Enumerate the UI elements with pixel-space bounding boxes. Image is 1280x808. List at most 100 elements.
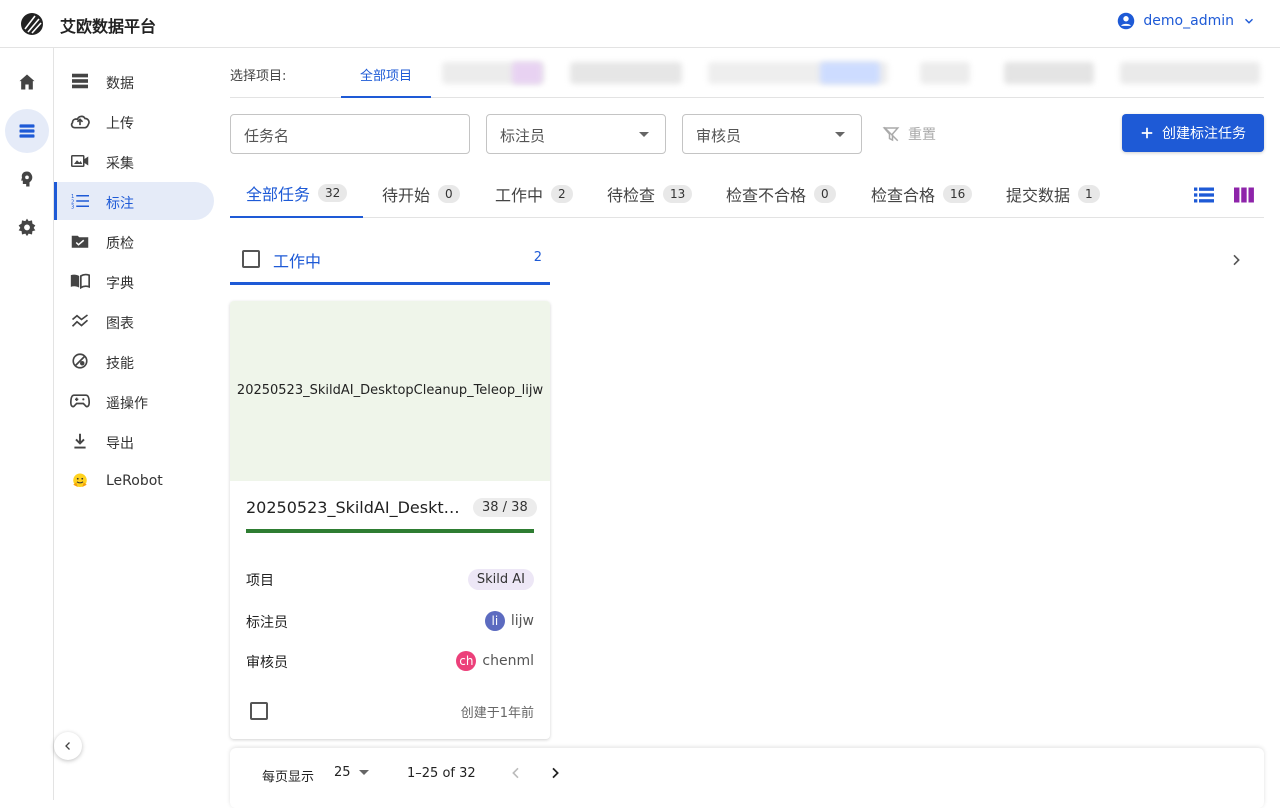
sidebar-item-lerobot[interactable]: LeRobot (54, 462, 214, 500)
storage-icon (70, 72, 90, 90)
task-card[interactable]: 20250523_SkildAI_DesktopCleanup_Teleop_l… (230, 301, 550, 739)
rail-home-button[interactable] (5, 60, 49, 104)
sidebar-item-charts[interactable]: 图表 (54, 302, 214, 340)
project-tab-redacted[interactable] (570, 62, 682, 84)
prev-page-icon[interactable] (508, 765, 524, 781)
sidebar-collapse-button[interactable] (54, 732, 82, 760)
page-range: 1–25 of 32 (407, 766, 476, 781)
project-tab-redacted-badge (512, 62, 542, 84)
annotator-row: 标注员 li lijw (246, 611, 534, 631)
tab-to-review[interactable]: 待检查 13 (607, 170, 693, 218)
tab-all-tasks[interactable]: 全部任务 32 (230, 170, 364, 218)
sidebar-item-label: 技能 (106, 356, 134, 372)
rows-per-page-label: 每页显示 (262, 770, 315, 785)
sidebar-item-label: 数据 (106, 76, 134, 92)
project-label: 选择项目: (230, 69, 287, 84)
tab-pending[interactable]: 待开始 0 (382, 170, 460, 218)
tab-in-progress[interactable]: 工作中 2 (495, 170, 573, 218)
rail-settings-button[interactable] (5, 205, 49, 249)
project-chip: Skild AI (467, 568, 534, 590)
book-icon (70, 272, 90, 290)
status-tabs: 全部任务 32 待开始 0 工作中 2 待检查 13 检查不合格 0 检查合格 16 提交数… (230, 170, 1264, 218)
brain-icon (21, 171, 33, 187)
plus-icon (1141, 127, 1153, 139)
download-icon (70, 432, 90, 450)
task-name-input[interactable]: 任务名 (230, 114, 470, 154)
app-title: 艾欧数据平台 (60, 17, 157, 36)
sidebar-item-label: LeRobot (106, 473, 163, 489)
task-thumbnail: 20250523_SkildAI_DesktopCleanup_Teleop_l… (230, 301, 550, 481)
project-selector: 选择项目: 全部项目 (230, 52, 1264, 98)
project-tab-redacted-badge (820, 62, 880, 84)
sidebar-item-teleop[interactable]: 遥操作 (54, 382, 214, 420)
reviewer-select[interactable]: 审核员 (682, 114, 862, 154)
filter-off-icon (882, 126, 900, 142)
logo-icon (21, 13, 43, 35)
hugging-face-icon (70, 472, 90, 490)
next-page-icon[interactable] (547, 765, 563, 781)
nav-rail (0, 48, 54, 800)
tab-all-projects[interactable]: 全部项目 (341, 52, 431, 98)
avatar: ch (456, 651, 477, 671)
database-icon (19, 124, 35, 138)
list-view-icon[interactable] (1194, 186, 1214, 204)
sidebar-item-label: 质检 (106, 236, 134, 252)
reset-button[interactable]: 重置 (882, 124, 936, 144)
skill-icon (70, 352, 90, 370)
chevron-down-icon (1245, 18, 1253, 24)
sidebar-item-skills[interactable]: 技能 (54, 342, 214, 380)
chart-icon (70, 312, 90, 330)
dropdown-arrow-icon (358, 770, 369, 775)
created-time: 创建于1年前 (460, 706, 534, 721)
annotator-select[interactable]: 标注员 (486, 114, 666, 154)
project-tab-redacted[interactable] (920, 62, 970, 84)
sidebar: 数据 上传 采集 123 标注 质检 字典 图表 技能 遥操作 导出 LeRob… (54, 48, 218, 800)
username: demo_admin (1143, 13, 1234, 29)
pagination: 每页显示 25 1–25 of 32 (230, 748, 1264, 808)
list-icon: 123 (70, 192, 90, 210)
rail-ai-button[interactable] (5, 157, 49, 201)
sidebar-item-label: 导出 (106, 436, 134, 452)
progress-fill (246, 529, 534, 533)
progress-chip: 38 / 38 (473, 498, 537, 517)
progress-bar (246, 529, 534, 533)
sidebar-item-annotate[interactable]: 123 标注 (54, 182, 214, 220)
reviewer-row: 审核员 ch chenml (246, 651, 534, 671)
user-menu[interactable]: demo_admin (1117, 12, 1256, 30)
cloud-upload-icon (70, 112, 90, 130)
column-title: 工作中 (273, 252, 322, 271)
project-tab-redacted[interactable] (1120, 62, 1260, 84)
svg-text:3: 3 (71, 205, 74, 210)
avatar: li (484, 611, 505, 631)
tab-submitted[interactable]: 提交数据 1 (1006, 170, 1100, 218)
sidebar-item-data[interactable]: 数据 (54, 62, 214, 100)
sidebar-item-export[interactable]: 导出 (54, 422, 214, 460)
app-header: 艾欧数据平台 demo_admin (0, 0, 1280, 48)
tab-review-passed[interactable]: 检查合格 16 (871, 170, 973, 218)
project-tab-redacted[interactable] (1004, 62, 1094, 84)
column-count: 2 (533, 250, 542, 265)
sidebar-item-capture[interactable]: 采集 (54, 142, 214, 180)
tab-review-failed[interactable]: 检查不合格 0 (726, 170, 836, 218)
rail-data-button[interactable] (5, 109, 49, 153)
chevron-right-icon[interactable] (1228, 252, 1244, 268)
account-icon (1118, 12, 1135, 30)
home-icon (19, 74, 35, 90)
card-select-checkbox[interactable] (250, 702, 268, 720)
board-view-icon[interactable] (1234, 186, 1254, 204)
folder-check-icon (70, 232, 90, 250)
sidebar-item-upload[interactable]: 上传 (54, 102, 214, 140)
sidebar-item-label: 上传 (106, 116, 134, 132)
sidebar-item-dictionary[interactable]: 字典 (54, 262, 214, 300)
task-title: 20250523_SkildAI_DesktopCleanup_Teleop_l… (246, 498, 468, 517)
rows-per-page-select[interactable]: 25 (334, 765, 369, 780)
create-task-button[interactable]: 创建标注任务 (1122, 114, 1264, 152)
sidebar-item-qc[interactable]: 质检 (54, 222, 214, 260)
dropdown-arrow-icon (835, 132, 845, 137)
sidebar-item-label: 图表 (106, 316, 134, 332)
video-camera-icon (70, 152, 90, 170)
column-select-checkbox[interactable] (242, 250, 260, 268)
dropdown-arrow-icon (639, 132, 649, 137)
sidebar-item-label: 采集 (106, 156, 134, 172)
board-column-header: 工作中 2 (230, 240, 550, 285)
